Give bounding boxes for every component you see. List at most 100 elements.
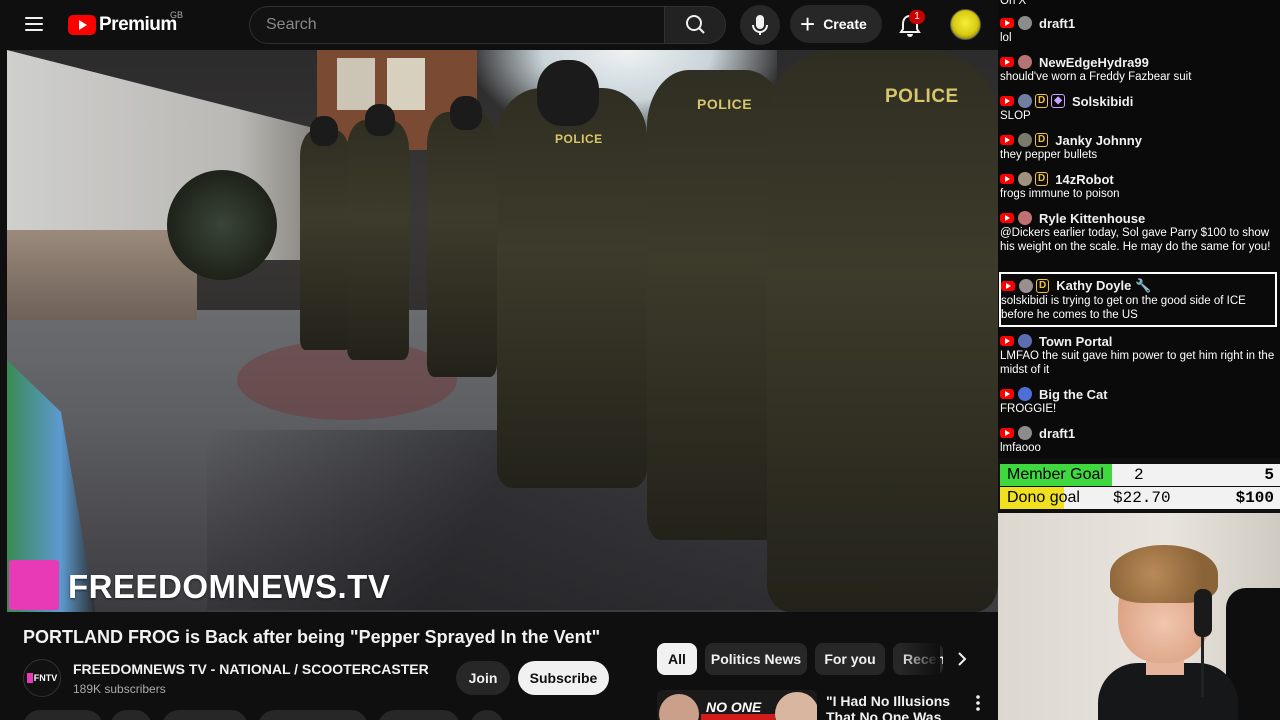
chat-text: solskibidi is trying to get on the good … — [1001, 295, 1246, 321]
streamer-webcam — [998, 513, 1280, 720]
country-code: GB — [170, 10, 184, 20]
chevron-right-icon — [958, 652, 967, 666]
share-button[interactable] — [162, 710, 248, 720]
search-box — [249, 6, 664, 44]
clip-button[interactable] — [110, 710, 152, 720]
youtube-icon — [1000, 96, 1014, 106]
thumbnail-text: NO ONE — [706, 699, 762, 715]
join-button[interactable]: Join — [456, 661, 510, 695]
youtube-icon — [1000, 428, 1014, 438]
search-input[interactable] — [250, 7, 664, 43]
chat-text: FROGGIE! — [1000, 403, 1057, 415]
headphones-icon — [1194, 589, 1212, 637]
chat-text: should've worn a Freddy Fazbear suit — [1000, 71, 1192, 83]
more-vert-icon — [976, 695, 980, 711]
chip-for-you[interactable]: For you — [815, 643, 885, 675]
chip-politics-news[interactable]: Politics News — [705, 643, 807, 675]
youtube-icon — [1001, 281, 1015, 291]
chat-message-highlighted: D Kathy Doyle 🔧 solskibidi is trying to g… — [999, 272, 1277, 327]
chips-next-button[interactable] — [948, 645, 976, 673]
channel-name[interactable]: FREEDOMNEWS TV - NATIONAL / SCOOTERCASTE… — [73, 661, 429, 677]
chat-author[interactable]: Town Portal — [1039, 334, 1112, 349]
video-watermark: FREEDOMNEWS.TV — [68, 568, 391, 605]
dono-goal-bar: Dono goal $22.70 $100 — [1000, 487, 1280, 509]
chat-author[interactable]: draft1 — [1039, 426, 1075, 441]
chip-all[interactable]: All — [657, 643, 697, 675]
chat-author[interactable]: Kathy Doyle 🔧 — [1056, 278, 1151, 294]
member-goal-label: Member Goal — [1007, 466, 1104, 483]
chat-message: Town Portal LMFAO the suit gave him powe… — [1000, 333, 1278, 377]
member-badge-icon: D — [1035, 94, 1049, 108]
recommended-video-thumbnail[interactable]: NO ONE — [657, 690, 817, 720]
avatar — [1018, 426, 1032, 440]
police-label: POLICE — [697, 96, 753, 112]
chat-author[interactable]: NewEdgeHydra99 — [1039, 55, 1149, 70]
chat-message: draft1 lol — [1000, 15, 1278, 45]
chat-message: D ◆ Solskibidi SLOP — [1000, 93, 1278, 123]
avatar — [1018, 387, 1032, 401]
voice-search-button[interactable] — [740, 5, 780, 45]
channel-logo-mark — [26, 673, 33, 683]
menu-icon[interactable] — [22, 13, 46, 37]
create-label: Create — [823, 16, 867, 32]
chat-author[interactable]: 14zRobot — [1055, 172, 1114, 187]
bell-icon — [899, 14, 921, 37]
youtube-icon — [1000, 389, 1014, 399]
youtube-icon — [1000, 57, 1014, 67]
download-button[interactable] — [258, 710, 368, 720]
youtube-play-icon — [68, 15, 96, 35]
video-title: PORTLAND FROG is Back after being "Peppe… — [23, 627, 601, 647]
member-goal-current: 2 — [1134, 466, 1144, 484]
chat-author[interactable]: Big the Cat — [1039, 387, 1108, 402]
youtube-icon — [1000, 135, 1014, 145]
search-icon — [686, 15, 705, 34]
search-button[interactable] — [664, 6, 726, 44]
chat-text: SLOP — [1000, 110, 1031, 122]
notifications-button[interactable] — [890, 5, 930, 45]
chat-author[interactable]: draft1 — [1039, 16, 1075, 31]
dono-goal-current: $22.70 — [1113, 489, 1171, 507]
account-avatar[interactable] — [950, 9, 981, 40]
dono-goal-target: $100 — [1235, 489, 1274, 507]
member-badge-icon: D — [1035, 172, 1049, 186]
notification-badge: 1 — [909, 10, 925, 24]
more-options-button[interactable] — [970, 693, 986, 713]
emote-badge-icon: ◆ — [1051, 94, 1065, 108]
live-chat: On X draft1 lol NewEdgeHydra99 should've… — [998, 0, 1280, 458]
chat-message: draft1 lmfaooo — [1000, 425, 1278, 455]
chat-author[interactable]: Ryle Kittenhouse — [1039, 211, 1145, 226]
chat-message: D Janky Johnny they pepper bullets — [1000, 132, 1278, 162]
police-label: POLICE — [555, 132, 603, 146]
channel-avatar[interactable]: FNTV — [23, 659, 61, 697]
chat-message: Big the Cat FROGGIE! — [1000, 386, 1278, 416]
freedomnews-logo — [9, 560, 59, 610]
chat-author[interactable]: Janky Johnny — [1055, 133, 1142, 148]
youtube-icon — [1000, 213, 1014, 223]
chat-text: lol — [1000, 32, 1012, 44]
chat-text: lmfaooo — [1000, 442, 1041, 454]
member-badge-icon: D — [1035, 133, 1049, 147]
more-actions-button[interactable] — [470, 710, 504, 720]
save-button[interactable] — [378, 710, 460, 720]
video-player[interactable]: POLICE POLICE POLICE FREEDOMNEWS.TV — [7, 50, 998, 612]
chat-author[interactable]: Solskibidi — [1072, 94, 1133, 109]
police-label: POLICE — [885, 86, 959, 107]
youtube-icon — [1000, 174, 1014, 184]
masthead: Premium GB + Create — [0, 0, 998, 50]
like-dislike-button[interactable] — [23, 710, 103, 720]
avatar — [1018, 94, 1032, 108]
create-button[interactable]: + Create — [790, 5, 882, 43]
app-root: Premium GB + Create — [0, 0, 1280, 720]
chat-partial-text: On X — [1000, 0, 1027, 7]
recommended-video-title[interactable]: "I Had No Illusions That No One Was — [826, 693, 966, 720]
youtube-logo[interactable]: Premium — [68, 14, 177, 36]
avatar — [1018, 211, 1032, 225]
chat-text: @Dickers earlier today, Sol gave Parry $… — [1000, 227, 1271, 253]
chat-text: frogs immune to poison — [1000, 188, 1120, 200]
chat-text: LMFAO the suit gave him power to get him… — [1000, 350, 1275, 376]
subscribe-button[interactable]: Subscribe — [518, 661, 609, 695]
chat-text: they pepper bullets — [1000, 149, 1098, 161]
logo-text: Premium — [99, 14, 177, 35]
member-goal-target: 5 — [1264, 466, 1274, 484]
youtube-icon — [1000, 18, 1014, 28]
